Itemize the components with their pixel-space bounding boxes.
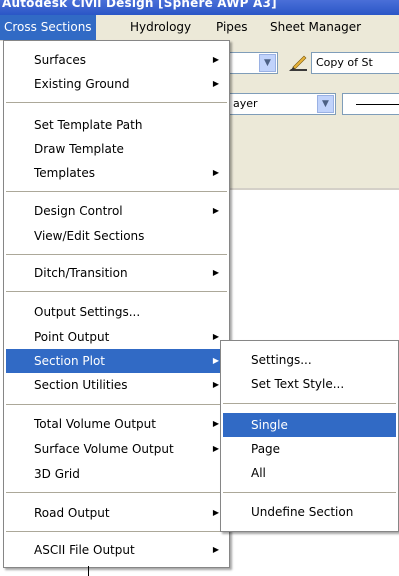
submenu-arrow-icon: ▶: [212, 268, 219, 277]
submenu-item-undefine-section[interactable]: Undefine Section: [223, 500, 396, 524]
title-bar: Autodesk Civil Design [Sphere AWP A3]: [0, 0, 399, 15]
submenu-arrow-icon: ▶: [212, 419, 219, 428]
menu-item-existing-ground[interactable]: Existing Ground ▶: [6, 72, 227, 96]
menu-separator: [223, 403, 396, 404]
menu-item-section-plot[interactable]: Section Plot ▶: [6, 349, 227, 373]
linetype-preview: [356, 104, 399, 105]
menu-item-view-edit-sections[interactable]: View/Edit Sections: [6, 224, 227, 248]
cross-sections-menu: Surfaces ▶ Existing Ground ▶ Set Template …: [3, 40, 230, 568]
toolbar-divider: [228, 188, 399, 190]
menu-separator: [6, 404, 227, 405]
submenu-arrow-icon: ▶: [212, 508, 219, 517]
submenu-arrow-icon: ▶: [212, 444, 219, 453]
layer-combo[interactable]: ayer ▼: [228, 93, 336, 115]
menu-separator: [6, 291, 227, 292]
menu-bar: Cross Sections Hydrology Pipes Sheet Man…: [0, 15, 399, 41]
menu-item-ascii-file-output[interactable]: ASCII File Output ▶: [6, 538, 227, 562]
menu-item-templates[interactable]: Templates ▶: [6, 161, 227, 185]
style-combo[interactable]: ▼: [228, 52, 278, 74]
menu-pipes[interactable]: Pipes: [212, 15, 252, 40]
submenu-item-all[interactable]: All: [223, 461, 396, 485]
menu-item-output-settings[interactable]: Output Settings...: [6, 300, 227, 324]
submenu-item-set-text-style[interactable]: Set Text Style...: [223, 372, 396, 396]
menu-item-surface-volume-output[interactable]: Surface Volume Output ▶: [6, 437, 227, 461]
menu-item-set-template-path[interactable]: Set Template Path: [6, 113, 227, 137]
menu-item-ditch-transition[interactable]: Ditch/Transition ▶: [6, 261, 227, 285]
menu-hydrology[interactable]: Hydrology: [126, 15, 195, 40]
menu-item-draw-template[interactable]: Draw Template: [6, 137, 227, 161]
menu-separator: [223, 492, 396, 493]
edit-style-icon[interactable]: [287, 53, 309, 73]
menu-separator: [6, 492, 227, 493]
text-style-combo[interactable]: Copy of St: [311, 52, 399, 74]
menu-separator: [6, 191, 227, 192]
submenu-arrow-icon: ▶: [212, 79, 219, 88]
submenu-arrow-icon: ▶: [212, 332, 219, 341]
menu-item-3d-grid[interactable]: 3D Grid: [6, 462, 227, 486]
submenu-arrow-icon: ▶: [212, 168, 219, 177]
menu-item-total-volume-output[interactable]: Total Volume Output ▶: [6, 412, 227, 436]
menu-item-design-control[interactable]: Design Control ▶: [6, 199, 227, 223]
menu-item-point-output[interactable]: Point Output ▶: [6, 325, 227, 349]
submenu-arrow-icon: ▶: [212, 356, 219, 365]
submenu-arrow-icon: ▶: [212, 206, 219, 215]
submenu-item-settings[interactable]: Settings...: [223, 348, 396, 372]
submenu-arrow-icon: ▶: [212, 545, 219, 554]
submenu-arrow-icon: ▶: [212, 380, 219, 389]
menu-item-section-utilities[interactable]: Section Utilities ▶: [6, 373, 227, 397]
submenu-item-single[interactable]: Single: [223, 413, 396, 437]
chevron-down-icon[interactable]: ▼: [259, 54, 276, 72]
menu-item-surfaces[interactable]: Surfaces ▶: [6, 48, 227, 72]
submenu-arrow-icon: ▶: [212, 55, 219, 64]
menu-separator: [6, 102, 227, 103]
menu-separator: [6, 254, 227, 255]
chevron-down-icon[interactable]: ▼: [317, 95, 334, 113]
drawing-line: [88, 566, 89, 576]
menu-sheet-manager[interactable]: Sheet Manager: [266, 15, 365, 40]
section-plot-submenu: Settings... Set Text Style... Single Pag…: [220, 340, 399, 532]
menu-cross-sections[interactable]: Cross Sections: [0, 15, 96, 40]
menu-separator: [6, 531, 227, 532]
window-title: Autodesk Civil Design [Sphere AWP A3]: [2, 0, 277, 10]
menu-item-road-output[interactable]: Road Output ▶: [6, 501, 227, 525]
submenu-item-page[interactable]: Page: [223, 437, 396, 461]
